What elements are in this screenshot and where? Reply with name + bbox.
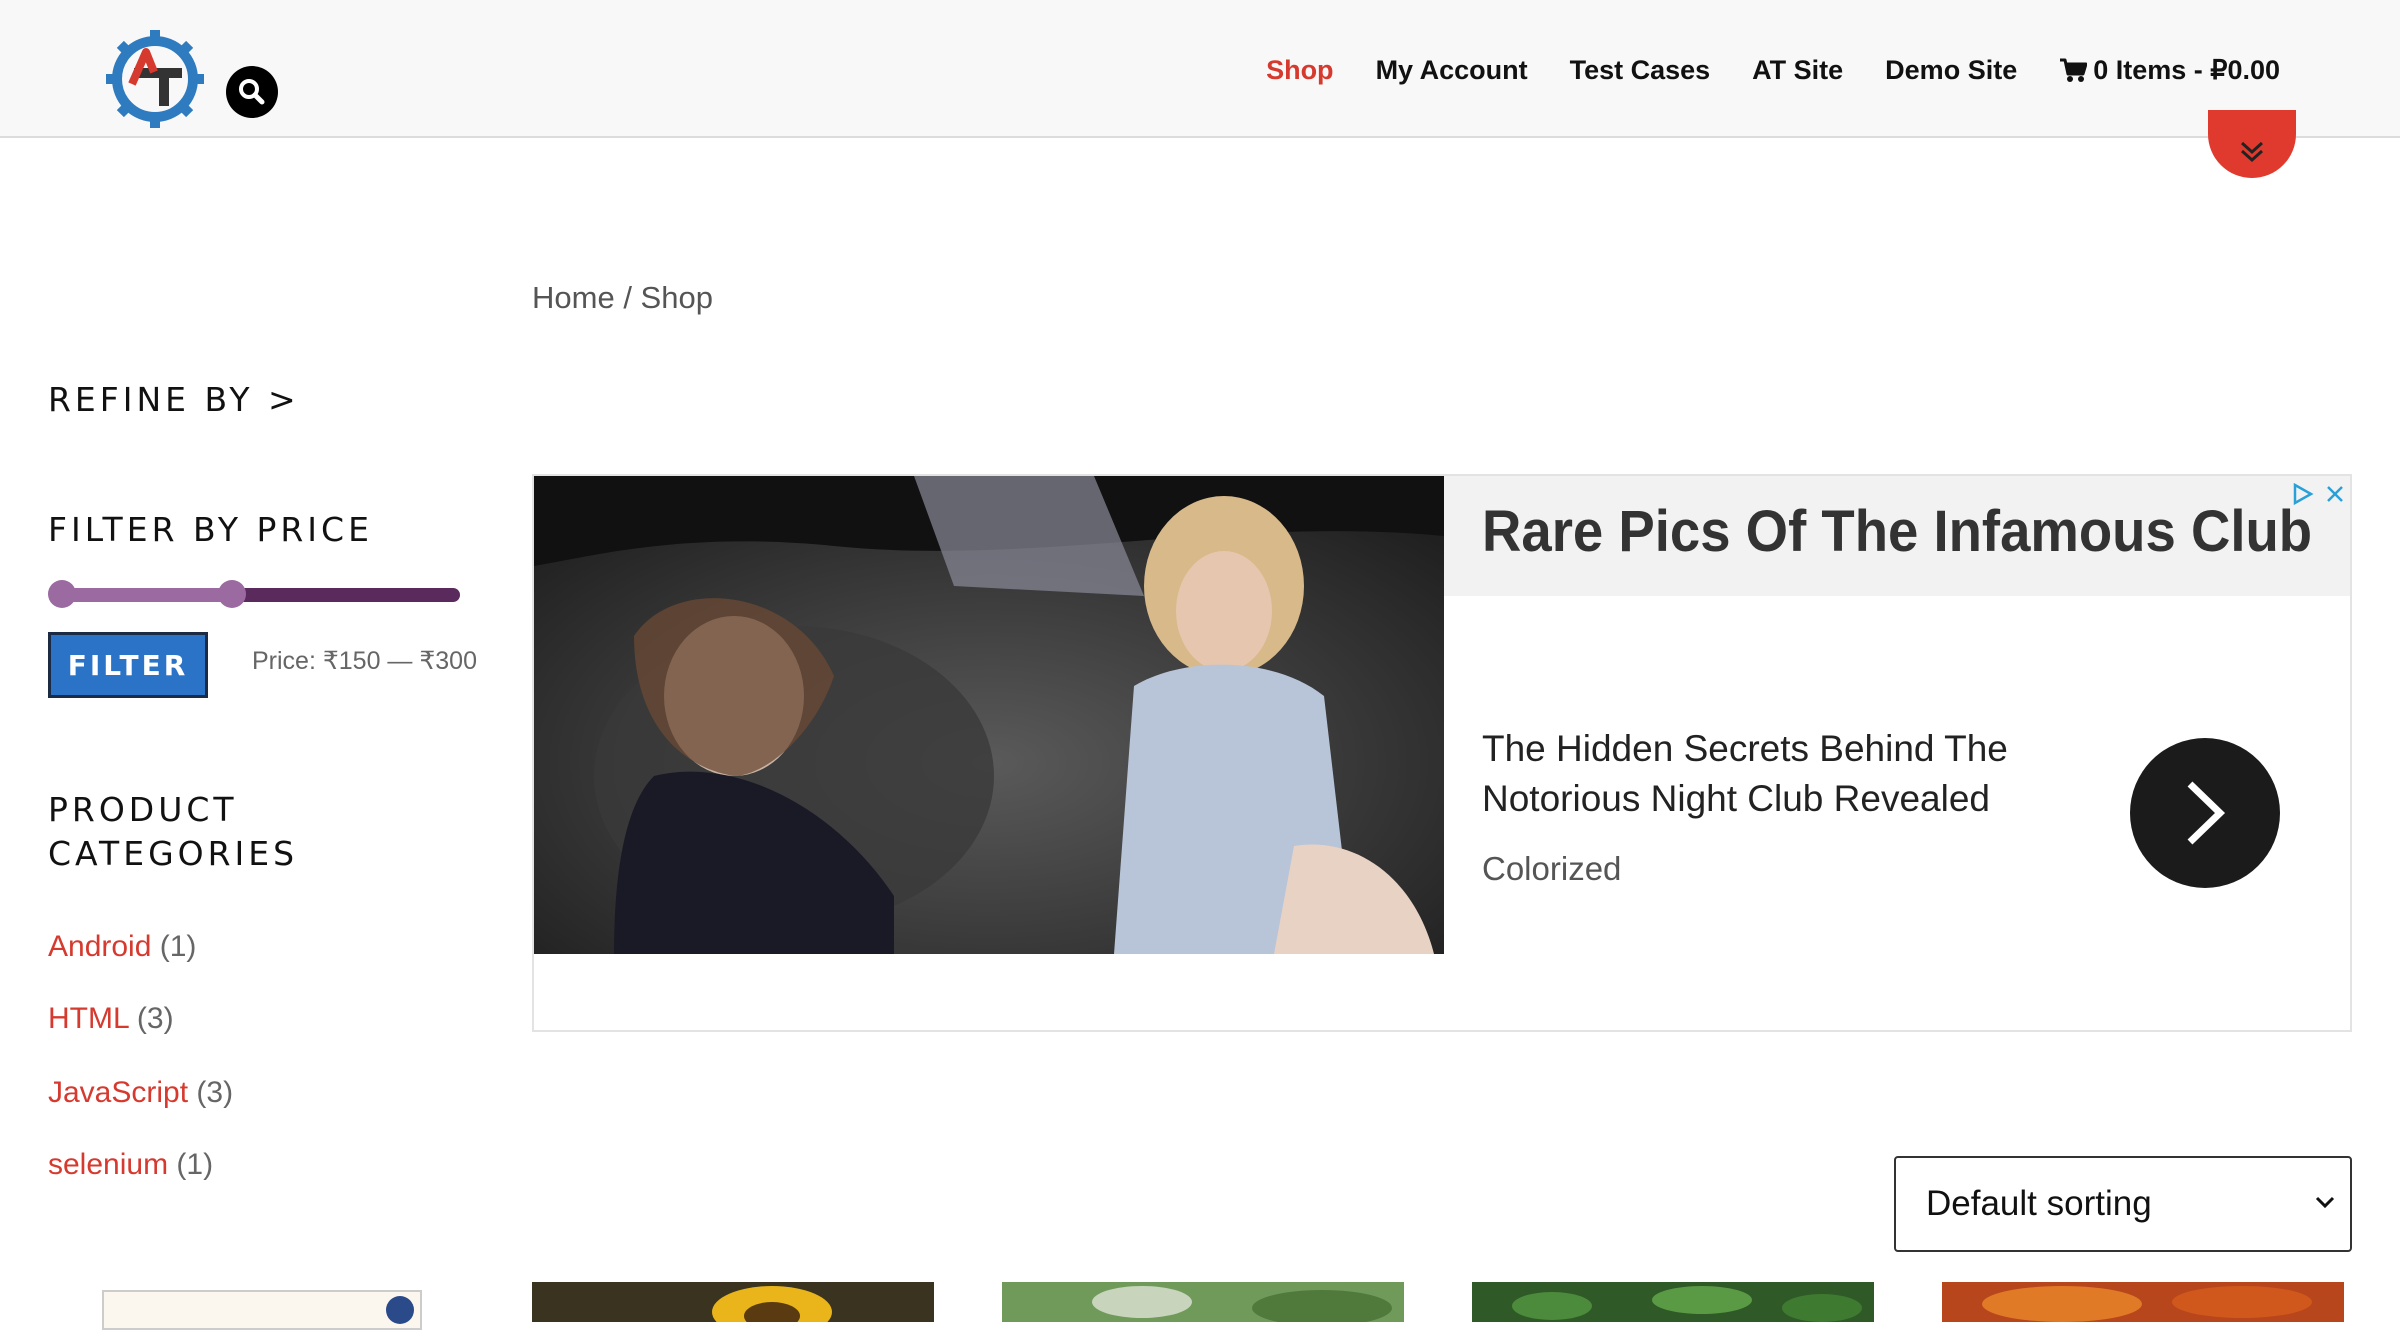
- garden-image: [1002, 1282, 1404, 1322]
- cart-icon: [2060, 58, 2088, 82]
- nav-my-account[interactable]: My Account: [1376, 55, 1528, 86]
- category-count: (1): [159, 930, 197, 963]
- product-thumbnail[interactable]: [1472, 1282, 1874, 1322]
- site-logo[interactable]: [104, 28, 206, 130]
- price-range-label: Price: ₹150 — ₹300: [252, 647, 477, 675]
- price-slider-min-handle[interactable]: [48, 580, 76, 608]
- ad-cta-button[interactable]: [2130, 738, 2280, 888]
- category-count: (1): [176, 1148, 214, 1181]
- breadcrumb-separator: /: [614, 280, 641, 315]
- cart-summary: 0 Items - ₽0.00: [2093, 54, 2280, 85]
- filter-button[interactable]: FILTER: [48, 632, 208, 698]
- ad-description[interactable]: The Hidden Secrets Behind The Notorious …: [1482, 724, 2022, 824]
- refine-by-title[interactable]: REFINE BY >: [48, 378, 300, 422]
- category-item-javascript: JavaScript (3): [48, 1076, 233, 1110]
- search-button[interactable]: [226, 66, 278, 118]
- category-item-html: HTML (3): [48, 1002, 174, 1036]
- nav-test-cases[interactable]: Test Cases: [1570, 55, 1711, 86]
- close-icon[interactable]: [2324, 482, 2346, 506]
- chevron-double-down-icon: [2240, 141, 2264, 163]
- cart-link[interactable]: 0 Items - ₽0.00: [2059, 55, 2280, 86]
- nav-demo-site[interactable]: Demo Site: [1885, 55, 2017, 86]
- category-link-selenium[interactable]: selenium: [48, 1148, 168, 1181]
- breadcrumb-current: Shop: [640, 280, 713, 315]
- nav-at-site[interactable]: AT Site: [1752, 55, 1843, 86]
- category-item-android: Android (1): [48, 930, 196, 964]
- scroll-down-button[interactable]: [2208, 110, 2296, 178]
- site-header: Shop My Account Test Cases AT Site Demo …: [0, 0, 2400, 138]
- product-thumbnail[interactable]: [532, 1282, 934, 1322]
- price-slider-range: [60, 588, 234, 602]
- leaves-image: [1472, 1282, 1874, 1322]
- ad-image[interactable]: [534, 476, 1444, 954]
- category-link-html[interactable]: HTML: [48, 1002, 129, 1035]
- shield-icon: [386, 1296, 414, 1324]
- product-categories-title: PRODUCT CATEGORIES: [48, 788, 298, 876]
- ad-source: Colorized: [1482, 850, 1622, 887]
- price-slider-max-handle[interactable]: [218, 580, 246, 608]
- sorting-selected-value: Default sorting: [1926, 1184, 2152, 1223]
- breadcrumb: Home / Shop: [532, 280, 713, 316]
- search-icon: [239, 79, 265, 105]
- sorting-select[interactable]: Default sorting: [1894, 1156, 2352, 1252]
- category-link-android[interactable]: Android: [48, 930, 151, 963]
- filter-by-price-title: FILTER BY PRICE: [48, 510, 373, 549]
- nav-shop[interactable]: Shop: [1266, 55, 1334, 86]
- ad-choices-icon[interactable]: [2292, 482, 2314, 506]
- advertisement[interactable]: Rare Pics Of The Infamous Club The Hidde…: [532, 474, 2352, 1032]
- category-count: (3): [136, 1002, 174, 1035]
- breadcrumb-home[interactable]: Home: [532, 280, 615, 315]
- main-nav: Shop My Account Test Cases AT Site Demo …: [1224, 48, 2280, 92]
- product-categories-title-line1: PRODUCT: [48, 790, 238, 829]
- sunflower-image: [532, 1282, 934, 1322]
- category-link-javascript[interactable]: JavaScript: [48, 1076, 188, 1109]
- product-categories-title-line2: CATEGORIES: [48, 834, 299, 873]
- ad-photo: [534, 476, 1444, 954]
- sidebar-widget-box: [102, 1290, 422, 1330]
- category-count: (3): [196, 1076, 234, 1109]
- autumn-trees-image: [1942, 1282, 2344, 1322]
- category-item-selenium: selenium (1): [48, 1148, 213, 1182]
- ad-headline[interactable]: Rare Pics Of The Infamous Club: [1482, 498, 2312, 565]
- product-thumbnail[interactable]: [1002, 1282, 1404, 1322]
- product-thumbnail[interactable]: [1942, 1282, 2344, 1322]
- chevron-right-icon: [2187, 781, 2226, 845]
- chevron-down-icon: [2315, 1196, 2335, 1209]
